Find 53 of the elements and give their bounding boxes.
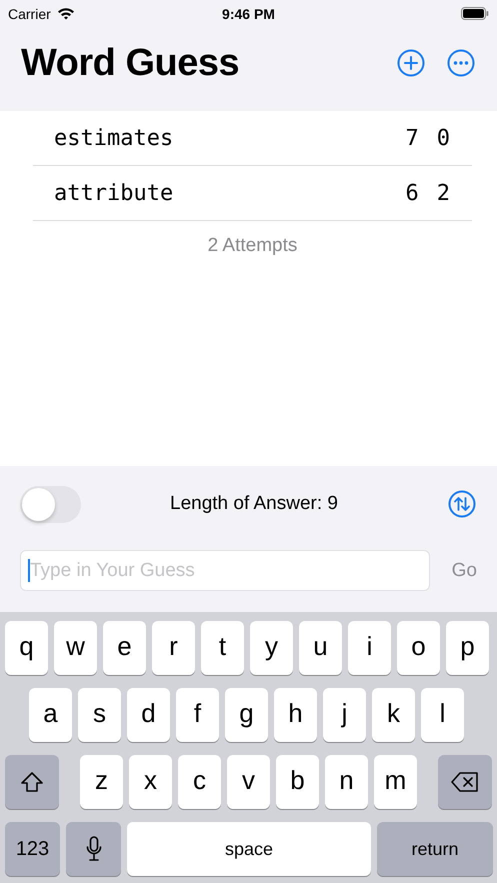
keyboard-key[interactable]: t xyxy=(201,621,244,675)
guess-score: 6 xyxy=(406,180,419,206)
shift-key[interactable] xyxy=(5,755,59,809)
guess-field[interactable]: Type in Your Guess xyxy=(20,550,430,591)
keyboard-key[interactable]: y xyxy=(250,621,293,675)
keyboard-key[interactable]: x xyxy=(129,755,172,809)
answer-length: Length of Answer: 9 xyxy=(169,493,339,515)
wifi-icon xyxy=(56,7,75,20)
guess-score: 7 xyxy=(406,126,419,150)
add-button[interactable] xyxy=(396,48,426,78)
backspace-icon xyxy=(451,772,479,792)
page-title: Word Guess xyxy=(21,42,240,84)
keyboard-key[interactable]: z xyxy=(80,755,123,809)
keyboard-key[interactable]: g xyxy=(225,688,268,742)
keyboard-key[interactable]: i xyxy=(348,621,391,675)
keyboard-key[interactable]: p xyxy=(446,621,489,675)
status-time: 9:46 PM xyxy=(222,6,275,22)
microphone-icon xyxy=(86,836,102,862)
keyboard-key[interactable]: w xyxy=(54,621,97,675)
shift-icon xyxy=(20,771,44,793)
attempts-count: 2 Attempts xyxy=(208,235,298,257)
keyboard-key[interactable]: b xyxy=(276,755,319,809)
keyboard-key[interactable]: s xyxy=(78,688,121,742)
keyboard-key[interactable]: l xyxy=(421,688,464,742)
more-button[interactable] xyxy=(446,48,476,78)
toggle-switch[interactable] xyxy=(20,486,81,522)
keyboard-key[interactable]: c xyxy=(178,755,221,809)
keyboard-key[interactable]: a xyxy=(29,688,72,742)
keyboard-key[interactable]: u xyxy=(299,621,342,675)
keyboard-key[interactable]: k xyxy=(372,688,415,742)
battery-icon xyxy=(461,7,489,20)
return-key[interactable]: return xyxy=(377,822,493,876)
delete-key[interactable] xyxy=(438,755,492,809)
keyboard-key[interactable]: j xyxy=(323,688,366,742)
keyboard-key[interactable]: d xyxy=(127,688,170,742)
space-key[interactable]: space xyxy=(127,822,371,876)
dictation-key[interactable] xyxy=(66,822,121,876)
keyboard-key[interactable]: n xyxy=(325,755,368,809)
carrier-label: Carrier xyxy=(8,6,51,22)
keyboard-key[interactable]: f xyxy=(176,688,219,742)
keyboard-key[interactable]: q xyxy=(5,621,48,675)
guess-word: estimates xyxy=(54,126,174,150)
keyboard-key[interactable]: e xyxy=(103,621,146,675)
keyboard-key[interactable]: o xyxy=(397,621,440,675)
guess-score: 0 xyxy=(436,126,450,150)
keyboard-key[interactable]: v xyxy=(227,755,270,809)
numbers-key[interactable]: 123 xyxy=(5,822,60,876)
guess-word: attribute xyxy=(54,180,174,206)
guess-score: 2 xyxy=(436,180,450,206)
keyboard-key[interactable]: h xyxy=(274,688,317,742)
keyboard-key[interactable]: m xyxy=(374,755,417,809)
sort-button[interactable] xyxy=(447,489,477,519)
keyboard-key[interactable]: r xyxy=(152,621,195,675)
